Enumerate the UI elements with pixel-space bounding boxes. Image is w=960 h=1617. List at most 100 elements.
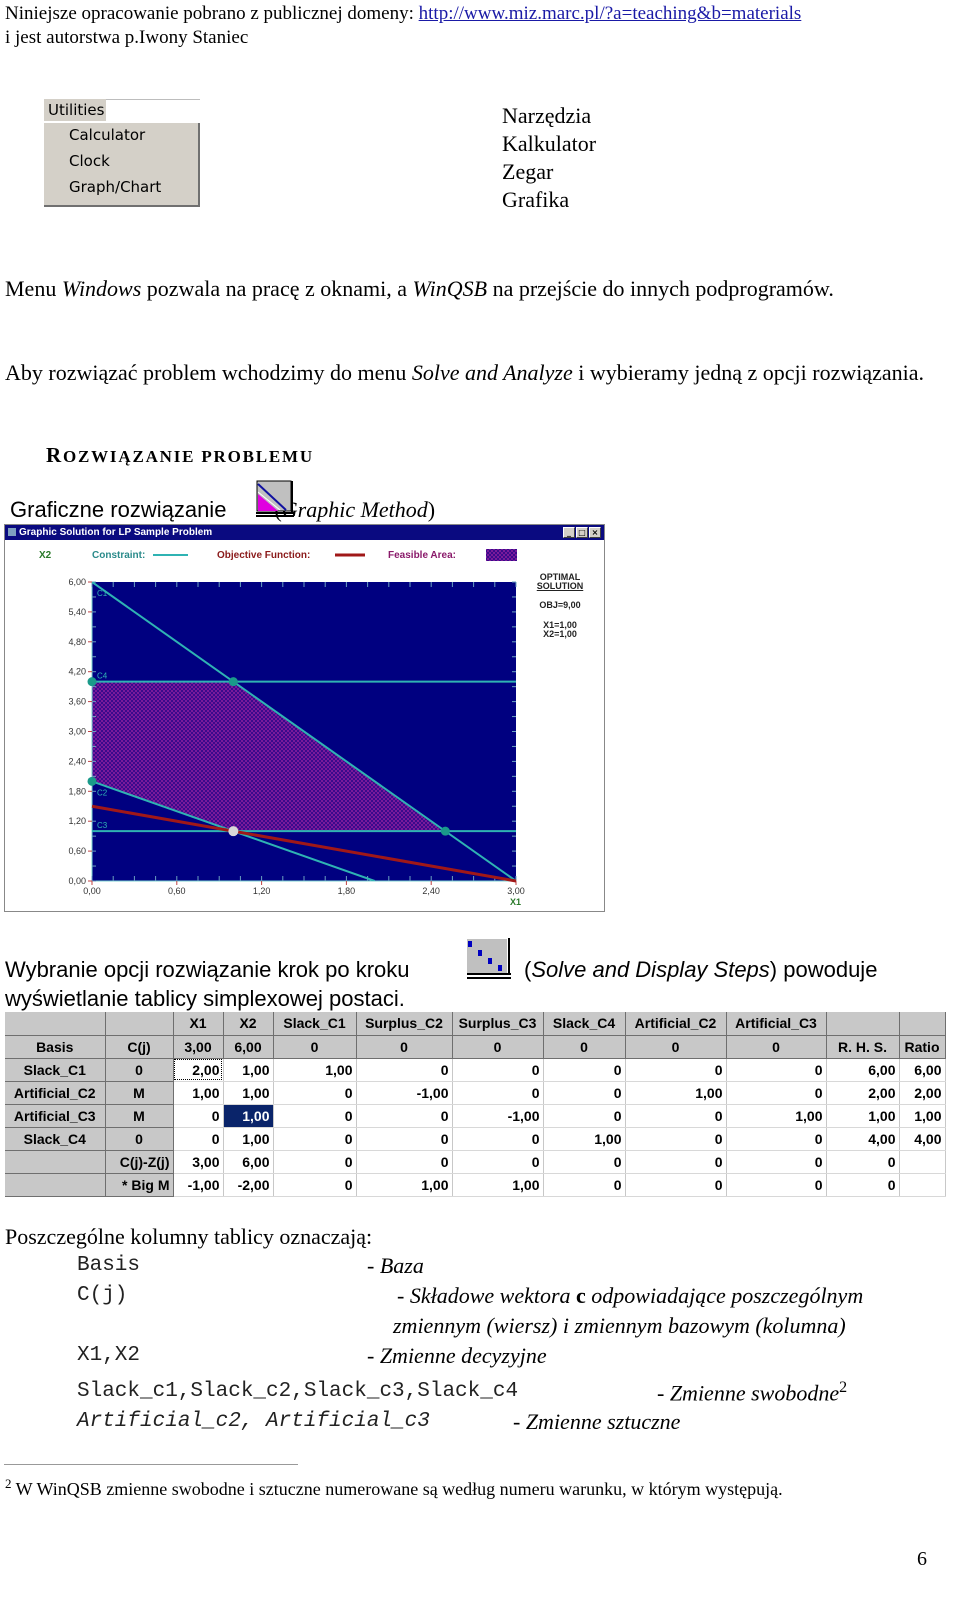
table-cell[interactable]: 1,00 — [625, 1081, 727, 1105]
table-cell[interactable]: 0 — [173, 1104, 224, 1128]
column-header-cell[interactable]: Slack_C4 — [543, 1012, 626, 1036]
table-cell[interactable]: 0 — [543, 1081, 626, 1105]
table-cell[interactable]: 0 — [273, 1173, 357, 1197]
table-cell[interactable]: 0 — [273, 1081, 357, 1105]
table-cell[interactable]: 0 — [625, 1173, 727, 1197]
table-cell[interactable]: 1,00 — [173, 1081, 224, 1105]
table-cell[interactable]: 0 — [356, 1058, 453, 1082]
basis-cell[interactable]: Slack_C1 — [5, 1058, 106, 1082]
source-link[interactable]: http://www.miz.marc.pl/?a=teaching&b=mat… — [419, 3, 802, 24]
selected-cell[interactable]: 1,00 — [223, 1104, 274, 1128]
column-header-cell[interactable]: 0 — [452, 1035, 544, 1059]
column-header-cell[interactable] — [826, 1012, 900, 1036]
column-header-cell[interactable]: 0 — [543, 1035, 626, 1059]
column-header-cell[interactable]: 0 — [273, 1035, 357, 1059]
table-cell[interactable]: 0 — [356, 1104, 453, 1128]
table-cell[interactable]: 0 — [826, 1150, 900, 1174]
table-cell[interactable]: -1,00 — [356, 1081, 453, 1105]
table-cell[interactable]: 4,00 — [899, 1127, 946, 1151]
basis-cell[interactable]: Artificial_C3 — [5, 1104, 106, 1128]
menu-item-graph-chart[interactable]: Graph/Chart — [69, 178, 161, 196]
table-cell[interactable]: 0 — [826, 1173, 900, 1197]
table-cell[interactable]: 1,00 — [273, 1058, 357, 1082]
cj-cell[interactable]: M — [105, 1081, 174, 1105]
maximize-button[interactable]: □ — [576, 527, 588, 538]
table-cell[interactable]: 1,00 — [356, 1173, 453, 1197]
table-cell[interactable]: 4,00 — [826, 1127, 900, 1151]
row-label-cell[interactable]: C(j)-Z(j) — [105, 1150, 174, 1174]
table-cell[interactable]: 0 — [452, 1150, 544, 1174]
column-header-cell[interactable]: Basis — [5, 1035, 106, 1059]
column-header-cell[interactable]: Artificial_C2 — [625, 1012, 727, 1036]
table-cell[interactable]: 0 — [543, 1104, 626, 1128]
table-cell[interactable]: 0 — [726, 1150, 827, 1174]
table-cell[interactable]: 2,00 — [173, 1058, 224, 1082]
table-cell[interactable] — [899, 1150, 946, 1174]
column-header-cell[interactable]: 0 — [726, 1035, 827, 1059]
table-cell[interactable]: 2,00 — [826, 1081, 900, 1105]
table-cell[interactable]: 1,00 — [223, 1127, 274, 1151]
column-header-cell[interactable]: Slack_C1 — [273, 1012, 357, 1036]
basis-cell[interactable]: Artificial_C2 — [5, 1081, 106, 1105]
table-cell[interactable]: 0 — [452, 1127, 544, 1151]
table-cell[interactable]: -1,00 — [452, 1104, 544, 1128]
column-header-cell[interactable]: Artificial_C3 — [726, 1012, 827, 1036]
footnote-ref[interactable]: 2 — [839, 1379, 847, 1396]
close-button[interactable]: × — [589, 527, 601, 538]
column-header-cell[interactable] — [5, 1012, 106, 1036]
table-cell[interactable]: 0 — [625, 1150, 727, 1174]
column-header-cell[interactable] — [899, 1012, 946, 1036]
column-header-cell[interactable]: Surplus_C3 — [452, 1012, 544, 1036]
table-cell[interactable]: 1,00 — [223, 1058, 274, 1082]
table-cell[interactable]: 1,00 — [726, 1104, 827, 1128]
table-cell[interactable]: 6,00 — [899, 1058, 946, 1082]
table-cell[interactable]: 0 — [273, 1127, 357, 1151]
table-cell[interactable]: 0 — [625, 1104, 727, 1128]
table-cell[interactable]: 1,00 — [543, 1127, 626, 1151]
cj-cell[interactable]: 0 — [105, 1127, 174, 1151]
column-header-cell[interactable]: Surplus_C2 — [356, 1012, 453, 1036]
table-cell[interactable]: 0 — [173, 1127, 224, 1151]
table-cell[interactable]: 0 — [543, 1173, 626, 1197]
table-cell[interactable]: 0 — [452, 1058, 544, 1082]
row-label-cell[interactable]: * Big M — [105, 1173, 174, 1197]
table-cell[interactable]: 1,00 — [899, 1104, 946, 1128]
utilities-menu-title[interactable]: Utilities — [44, 99, 106, 121]
table-cell[interactable]: 6,00 — [223, 1150, 274, 1174]
table-cell[interactable]: 6,00 — [826, 1058, 900, 1082]
basis-cell[interactable]: Slack_C4 — [5, 1127, 106, 1151]
column-header-cell[interactable]: R. H. S. — [826, 1035, 900, 1059]
table-cell[interactable] — [5, 1173, 106, 1197]
table-cell[interactable]: 0 — [273, 1104, 357, 1128]
table-cell[interactable]: 0 — [452, 1081, 544, 1105]
cj-cell[interactable]: M — [105, 1104, 174, 1128]
table-cell[interactable]: 0 — [273, 1150, 357, 1174]
table-cell[interactable]: 1,00 — [223, 1081, 274, 1105]
table-cell[interactable]: -1,00 — [173, 1173, 224, 1197]
table-cell[interactable]: 0 — [356, 1150, 453, 1174]
table-cell[interactable] — [899, 1173, 946, 1197]
table-cell[interactable] — [5, 1150, 106, 1174]
column-header-cell[interactable]: 0 — [625, 1035, 727, 1059]
table-cell[interactable]: 0 — [543, 1150, 626, 1174]
column-header-cell[interactable] — [105, 1012, 174, 1036]
table-cell[interactable]: 0 — [726, 1173, 827, 1197]
table-cell[interactable]: 0 — [625, 1127, 727, 1151]
table-cell[interactable]: 2,00 — [899, 1081, 946, 1105]
column-header-cell[interactable]: X2 — [223, 1012, 274, 1036]
table-cell[interactable]: 1,00 — [452, 1173, 544, 1197]
table-cell[interactable]: 1,00 — [826, 1104, 900, 1128]
minimize-button[interactable]: _ — [563, 527, 575, 538]
table-cell[interactable]: 0 — [726, 1058, 827, 1082]
table-cell[interactable]: 0 — [543, 1058, 626, 1082]
table-cell[interactable]: -2,00 — [223, 1173, 274, 1197]
table-cell[interactable]: 0 — [726, 1081, 827, 1105]
table-cell[interactable]: 0 — [726, 1127, 827, 1151]
column-header-cell[interactable]: Ratio — [899, 1035, 946, 1059]
column-header-cell[interactable]: 6,00 — [223, 1035, 274, 1059]
column-header-cell[interactable]: 3,00 — [173, 1035, 224, 1059]
table-cell[interactable]: 3,00 — [173, 1150, 224, 1174]
menu-item-calculator[interactable]: Calculator — [69, 126, 145, 144]
table-cell[interactable]: 0 — [625, 1058, 727, 1082]
column-header-cell[interactable]: X1 — [173, 1012, 224, 1036]
